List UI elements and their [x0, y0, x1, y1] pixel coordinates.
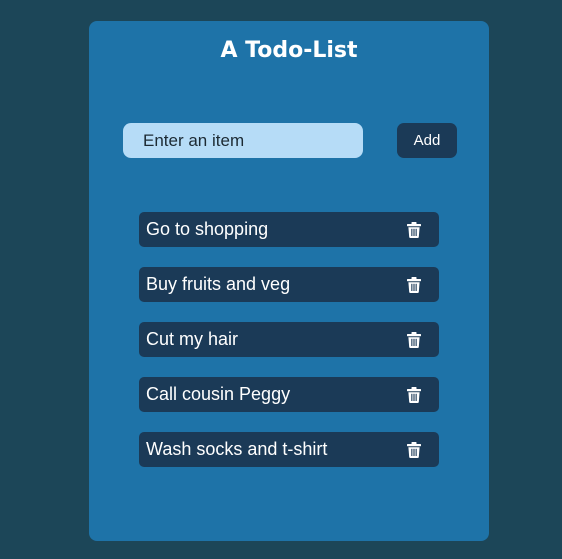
- delete-button[interactable]: [405, 275, 423, 294]
- todo-item: Wash socks and t-shirt: [139, 432, 439, 467]
- todo-card: A Todo-List Add Go to shopping Buy fruit…: [89, 21, 489, 541]
- page-title: A Todo-List: [220, 38, 358, 63]
- todo-item-text: Buy fruits and veg: [146, 274, 291, 294]
- todo-list: Go to shopping Buy fruits and veg Cut my…: [139, 212, 439, 487]
- todo-item-text: Cut my hair: [146, 329, 239, 349]
- todo-item-text: Go to shopping: [146, 219, 269, 239]
- todo-item: Go to shopping: [139, 212, 439, 247]
- trash-icon: [407, 331, 421, 348]
- todo-item-text: Wash socks and t-shirt: [146, 439, 328, 459]
- delete-button[interactable]: [405, 385, 423, 404]
- delete-button[interactable]: [405, 330, 423, 349]
- add-button[interactable]: Add: [397, 123, 457, 158]
- trash-icon: [407, 221, 421, 238]
- item-input[interactable]: [123, 123, 363, 158]
- todo-item-text: Call cousin Peggy: [146, 384, 291, 404]
- todo-item: Cut my hair: [139, 322, 439, 357]
- trash-icon: [407, 386, 421, 403]
- todo-item: Buy fruits and veg: [139, 267, 439, 302]
- trash-icon: [407, 276, 421, 293]
- todo-item: Call cousin Peggy: [139, 377, 439, 412]
- delete-button[interactable]: [405, 440, 423, 459]
- trash-icon: [407, 441, 421, 458]
- delete-button[interactable]: [405, 220, 423, 239]
